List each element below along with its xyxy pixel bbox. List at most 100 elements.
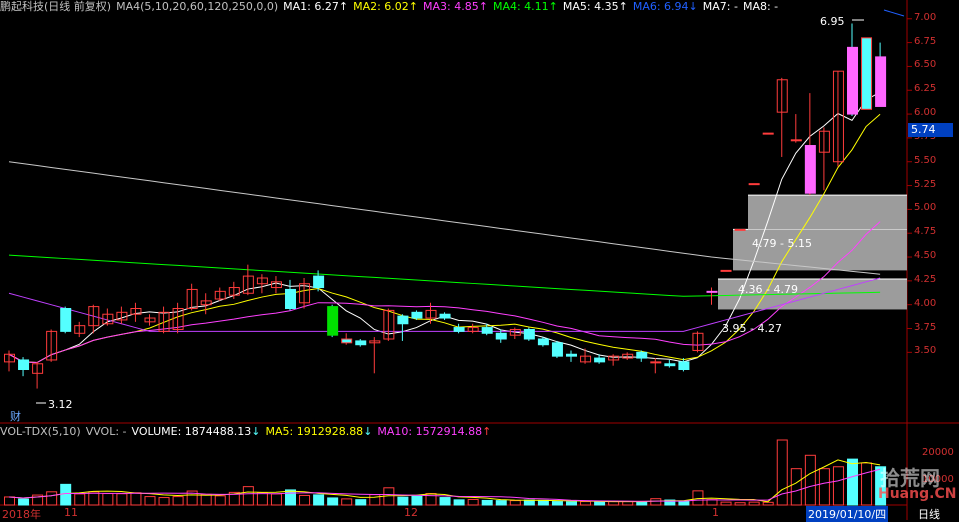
candle-body [327, 306, 339, 336]
volume-bar [439, 497, 451, 506]
volume-bar [242, 486, 254, 506]
candle-body [734, 228, 746, 231]
volume-bar [720, 501, 732, 506]
volume-bar [832, 466, 844, 506]
candle-body [664, 363, 676, 367]
volume-bar [804, 454, 816, 506]
finance-marker-icon[interactable]: 财 [10, 408, 21, 424]
candle-body [453, 327, 465, 332]
candle-body [762, 132, 774, 135]
volume-bar [762, 501, 774, 506]
volume-bar [481, 499, 493, 506]
volume-bar [341, 498, 353, 506]
volume-bar [200, 493, 212, 506]
ma-item-2: MA2: 6.02↑ [353, 0, 419, 13]
volume-bar [453, 499, 465, 506]
date-label-dec: 12 [404, 506, 418, 519]
volume-bar [327, 497, 339, 506]
candle-body [847, 46, 858, 115]
candle-body [397, 315, 409, 325]
candle-body [551, 342, 563, 357]
high-price-label: 6.95 [820, 15, 845, 28]
candle-body [804, 145, 816, 194]
price-tick-label: 5.50 [914, 154, 937, 166]
volume-bar [818, 468, 830, 506]
volume-bar [285, 489, 296, 506]
volume-bar [172, 496, 184, 506]
indicator-name[interactable]: MA4(5,10,20,60,120,250,0,0) [116, 0, 278, 13]
candle-body [60, 308, 72, 332]
volume-bar [355, 499, 367, 506]
price-tick-label: 6.25 [914, 83, 937, 95]
ma-item-8: MA8: - [742, 0, 779, 13]
candle-body [706, 290, 718, 293]
price-tick-label: 3.50 [914, 345, 937, 357]
low-price-label: 3.12 [48, 398, 73, 411]
vvol-label: VVOL: - [85, 425, 127, 438]
volume-bar [566, 501, 577, 506]
volume-bar [158, 497, 170, 506]
current-price-tag: 5.74 [908, 123, 953, 137]
volume-bar [580, 501, 592, 506]
main-chart-header: 鹏起科技(日线 前复权) MA4(5,10,20,60,120,250,0,0) M… [0, 0, 788, 14]
volume-value: VOLUME: 1874488.13 [131, 425, 252, 438]
ma-item-3: MA3: 4.85↑ [423, 0, 488, 13]
price-tick-label: 3.75 [914, 321, 937, 333]
ma-item-6: MA6: 6.94↓ [632, 0, 698, 13]
price-tick-label: 5.00 [914, 202, 937, 214]
volume-bar [102, 493, 114, 506]
price-tick-label: 4.50 [914, 250, 937, 262]
price-tick-label: 6.50 [914, 59, 937, 71]
price-tick-label: 4.25 [914, 273, 937, 285]
volume-bar [18, 498, 30, 506]
volume-bar [46, 491, 58, 506]
vol-ma5-arrow: ↓ [363, 425, 373, 438]
volume-bar [748, 501, 760, 506]
volume-ma10-line [8, 468, 881, 502]
volume-bar [790, 468, 802, 506]
date-label-jan: 1 [712, 506, 719, 519]
candle-body [341, 338, 353, 344]
volume-bar [299, 494, 311, 506]
candle-body [481, 327, 493, 334]
volume-bar [130, 492, 142, 506]
candle-body [594, 357, 606, 363]
watermark-url: Huang.CN [878, 486, 957, 502]
ma-item-7: MA7: - [702, 0, 738, 13]
candle-body [748, 183, 760, 186]
volume-bar [636, 501, 648, 506]
volume-header: VOL-TDX(5,10) VVOL: - VOLUME: 1874488.13↓ M… [0, 425, 496, 439]
vol-ma5-value: MA5: 1912928.88 [265, 425, 364, 438]
volume-bar [397, 496, 409, 506]
volume-bar [509, 500, 521, 506]
volume-bar [144, 496, 156, 506]
price-tick-label: 4.75 [914, 226, 937, 238]
volume-indicator-name[interactable]: VOL-TDX(5,10) [0, 425, 81, 438]
candlestick-chart[interactable] [0, 0, 959, 520]
volume-bar [650, 498, 662, 506]
volume-bar [861, 462, 873, 506]
volume-bar [4, 496, 15, 506]
candle-body [523, 328, 535, 340]
price-tick-label: 7.00 [914, 11, 937, 23]
price-tick-label: 5.25 [914, 178, 937, 190]
volume-bar [594, 501, 606, 506]
volume-bar [74, 493, 86, 506]
candle-body [439, 313, 451, 319]
volume-arrow: ↓ [251, 425, 261, 438]
ma-item-4: MA4: 4.11↑ [492, 0, 558, 13]
candle-body [790, 139, 802, 142]
candle-body [861, 37, 873, 110]
candle-body [537, 338, 549, 346]
volume-bar [60, 483, 72, 506]
volume-bar [551, 501, 563, 506]
volume-bar [256, 492, 268, 506]
volume-bar [495, 500, 507, 506]
volume-bar [116, 493, 128, 506]
price-tick-label: 6.75 [914, 35, 937, 47]
candle-body [355, 340, 367, 346]
candle-body [636, 351, 648, 359]
volume-bar [369, 494, 381, 506]
stock-title[interactable]: 鹏起科技(日线 前复权) [0, 0, 111, 13]
zone3-label: 4.79 - 5.15 [752, 237, 812, 250]
